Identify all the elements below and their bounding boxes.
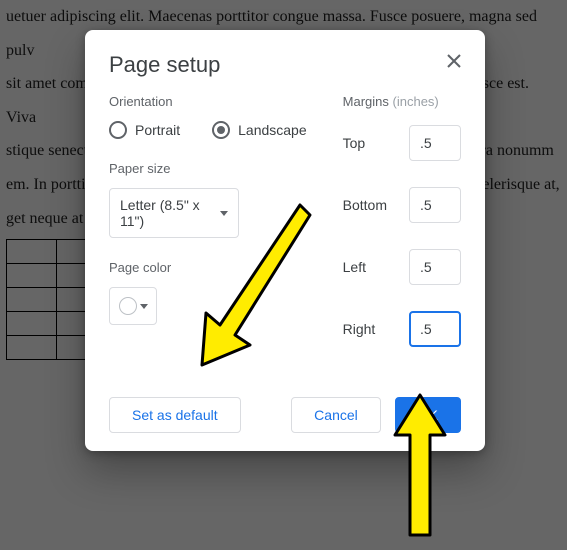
ok-button[interactable]: OK (395, 397, 461, 433)
margin-left-input[interactable] (409, 249, 461, 285)
orientation-portrait-radio[interactable]: Portrait (109, 121, 180, 139)
radio-icon (212, 121, 230, 139)
dialog-title: Page setup (109, 52, 461, 78)
margin-bottom-row: Bottom (343, 187, 461, 223)
margin-right-input[interactable] (409, 311, 461, 347)
paper-size-label: Paper size (109, 161, 307, 176)
margin-right-label: Right (343, 321, 376, 337)
chevron-down-icon (220, 211, 228, 216)
margin-top-label: Top (343, 135, 366, 151)
paper-size-select[interactable]: Letter (8.5" x 11") (109, 188, 239, 238)
page-color-picker[interactable] (109, 287, 157, 325)
margin-left-row: Left (343, 249, 461, 285)
margins-label: Margins (inches) (343, 94, 461, 109)
radio-icon (109, 121, 127, 139)
set-as-default-button[interactable]: Set as default (109, 397, 241, 433)
margin-bottom-input[interactable] (409, 187, 461, 223)
close-icon[interactable] (443, 50, 465, 72)
margin-left-label: Left (343, 259, 366, 275)
orientation-landscape-radio[interactable]: Landscape (212, 121, 307, 139)
orientation-landscape-label: Landscape (238, 122, 307, 138)
margin-top-row: Top (343, 125, 461, 161)
cancel-button[interactable]: Cancel (291, 397, 381, 433)
chevron-down-icon (140, 304, 148, 309)
paper-size-value: Letter (8.5" x 11") (120, 197, 220, 229)
page-color-label: Page color (109, 260, 307, 275)
margin-top-input[interactable] (409, 125, 461, 161)
page-setup-dialog: Page setup Orientation Portrait Landscap… (85, 30, 485, 451)
color-swatch-icon (119, 297, 137, 315)
orientation-portrait-label: Portrait (135, 122, 180, 138)
margin-right-row: Right (343, 311, 461, 347)
margin-bottom-label: Bottom (343, 197, 387, 213)
orientation-label: Orientation (109, 94, 307, 109)
